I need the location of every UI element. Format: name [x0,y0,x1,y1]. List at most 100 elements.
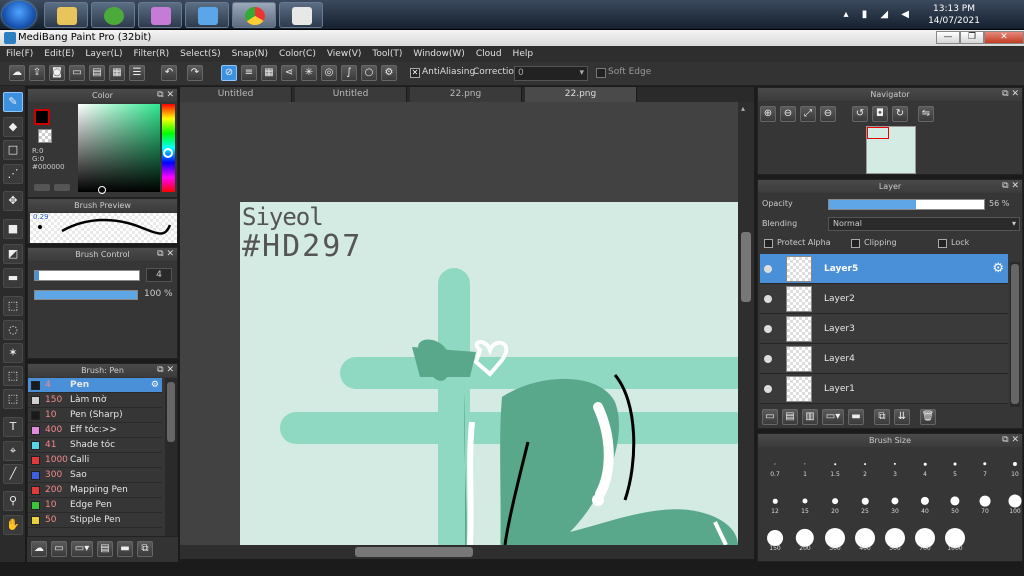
brush-size-preset[interactable]: 12 [761,487,789,515]
brush-list-scrollbar[interactable] [165,378,177,536]
taskbar-game-button[interactable] [138,2,182,28]
brush-size-preset[interactable]: 10 [1001,450,1024,478]
layer-row[interactable]: Layer4 [760,344,1008,374]
horizontal-scroll-thumb[interactable] [355,547,473,557]
document-tab[interactable]: 22.png [525,87,637,102]
new-halftone-layer-icon[interactable]: ▤ [782,409,798,425]
taskbar-chrome-button[interactable] [232,2,276,28]
color-mode-button[interactable] [34,184,50,191]
saturation-value-picker[interactable] [78,104,160,192]
brush-size-preset[interactable]: 5 [941,450,969,478]
brush-size-preset[interactable]: 4 [911,450,939,478]
brush-size-preset[interactable]: 25 [851,487,879,515]
clock[interactable]: 13:13 PM 14/07/2021 [914,3,994,27]
grid-icon[interactable]: ▦ [109,65,125,81]
menu-item[interactable]: Filter(R) [134,46,170,62]
duplicate-layer-icon[interactable]: ⧉ [874,409,890,425]
layer-folder-icon[interactable]: ▬ [848,409,864,425]
layer-visibility-icon[interactable] [764,295,772,303]
comment-icon[interactable]: ◙ [49,65,65,81]
delete-layer-icon[interactable]: 🗑 [920,409,936,425]
protect-alpha-checkbox[interactable] [764,239,773,248]
fill-rectangle-icon[interactable]: ■ [3,219,23,239]
operation-tool-icon[interactable]: ⌖ [3,441,23,461]
taskbar-monitor-button[interactable] [185,2,229,28]
brush-size-preset[interactable]: 7 [971,450,999,478]
vertical-scroll-thumb[interactable] [741,232,751,302]
brush-list-item[interactable]: 400 Eff tóc:>> [28,423,162,438]
snap-settings-icon[interactable]: ⚙ [381,65,397,81]
document-tab[interactable]: Untitled [180,87,292,102]
start-button[interactable] [2,1,36,29]
sv-cursor[interactable] [98,186,106,194]
zoom-out-icon[interactable]: ⊖ [780,106,796,122]
parallel-snap-icon[interactable]: ≡ [241,65,257,81]
undo-icon[interactable]: ↶ [161,65,177,81]
brush-list-item[interactable]: 200 Mapping Pen [28,483,162,498]
menu-item[interactable]: Tool(T) [372,46,402,62]
brush-list-item[interactable]: 10 Pen (Sharp) [28,408,162,423]
brush-size-preset[interactable]: 3 [881,450,909,478]
brush-size-preset[interactable]: 500 [881,524,909,552]
soft-edge-checkbox[interactable] [596,68,606,78]
snap-off-icon[interactable]: ⊘ [221,65,237,81]
cloud-icon[interactable]: ☁ [9,65,25,81]
layer-scrollbar[interactable] [1010,262,1020,407]
layer-row[interactable]: Layer3 [760,314,1008,344]
brush-size-preset[interactable]: 400 [851,524,879,552]
reset-view-icon[interactable]: ◘ [872,106,888,122]
layer-visibility-icon[interactable] [764,385,772,393]
document-icon[interactable]: ▤ [89,65,105,81]
lasso-icon[interactable]: ◌ [3,320,23,340]
taskbar-explorer-button[interactable] [44,2,88,28]
rotate-right-icon[interactable]: ↻ [892,106,908,122]
brush-opacity-slider[interactable] [34,290,138,300]
brush-size-preset[interactable]: 300 [821,524,849,552]
menu-item[interactable]: View(V) [327,46,362,62]
layer-add-menu-icon[interactable]: ▭▾ [822,409,844,425]
background-color-swatch[interactable] [38,129,52,143]
brush-list-item[interactable]: 4 Pen ⚙ [28,378,162,393]
radial-snap-icon[interactable]: ✳ [301,65,317,81]
menu-item[interactable]: File(F) [6,46,33,62]
brush-size-preset[interactable]: 20 [821,487,849,515]
menu-item[interactable]: Cloud [476,46,502,62]
select-pen-icon[interactable]: ⬚ [3,366,23,386]
cross-snap-icon[interactable]: ▦ [261,65,277,81]
brush-list-item[interactable]: 10 Edge Pen [28,498,162,513]
vertical-scrollbar[interactable]: ▴ [738,102,754,545]
text-tool-icon[interactable]: T [3,417,23,437]
correction-dropdown[interactable]: 0 ▾ [514,66,588,81]
scroll-up-icon[interactable]: ▴ [741,104,745,113]
hand-tool-icon[interactable]: ✋ [3,515,23,535]
list-icon[interactable]: ☰ [129,65,145,81]
brush-folder-icon[interactable]: ▬ [117,541,133,557]
layer-row[interactable]: Layer5 ⚙ [760,254,1008,284]
brush-list-item[interactable]: 300 Sao [28,468,162,483]
brush-size-value[interactable]: 4 [146,268,172,282]
menu-item[interactable]: Color(C) [279,46,316,62]
brush-list-item[interactable]: 150 Làm mờ [28,393,162,408]
magic-wand-icon[interactable]: ✶ [3,343,23,363]
brush-menu-icon[interactable]: ▭▾ [71,541,93,557]
rotate-left-icon[interactable]: ↺ [852,106,868,122]
rectangle-tool-icon[interactable]: □ [3,140,23,160]
actual-size-icon[interactable]: ⊖ [820,106,836,122]
select-rect-icon[interactable]: ⬚ [3,296,23,316]
flip-icon[interactable]: ⇋ [918,106,934,122]
brush-size-preset[interactable]: 2 [851,450,879,478]
horizontal-scrollbar[interactable] [180,545,754,559]
move-tool-icon[interactable]: ✥ [3,191,23,211]
layer-opacity-slider[interactable] [828,199,985,210]
divide-tool-icon[interactable]: ╱ [3,464,23,484]
brush-list-item[interactable]: 50 Stipple Pen [28,513,162,528]
brush-size-preset[interactable]: 30 [881,487,909,515]
antialiasing-checkbox[interactable]: ✕ [410,68,420,78]
document-tab[interactable]: Untitled [295,87,407,102]
brush-size-preset[interactable]: 1.5 [821,450,849,478]
eyedropper-icon[interactable]: ⚲ [3,491,23,511]
eraser-tool-icon[interactable]: ◆ [3,117,23,137]
layer-row[interactable]: Layer2 [760,284,1008,314]
select-eraser-icon[interactable]: ⬚ [3,389,23,409]
cloud-brush-icon[interactable]: ☁ [31,541,47,557]
